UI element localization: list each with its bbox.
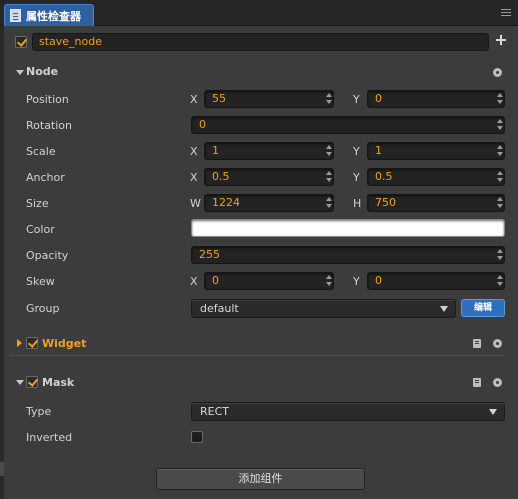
mask-type-value: RECT: [200, 405, 229, 418]
position-y-label: Y: [353, 93, 360, 106]
size-label: Size: [26, 197, 49, 210]
mask-section-header[interactable]: Mask: [4, 372, 518, 394]
position-y-value: 0: [375, 92, 382, 105]
gear-icon[interactable]: [493, 378, 502, 387]
node-active-checkbox[interactable]: [15, 36, 27, 48]
widget-section-title: Widget: [42, 337, 87, 350]
collapse-arrow-icon[interactable]: [16, 70, 24, 75]
mask-type-label: Type: [26, 405, 52, 418]
gear-icon[interactable]: [493, 339, 502, 348]
rotation-label: Rotation: [26, 119, 73, 132]
group-value: default: [200, 302, 239, 315]
anchor-y-value: 0.5: [375, 170, 393, 183]
stepper-icon[interactable]: [496, 248, 503, 262]
scale-label: Scale: [26, 145, 56, 158]
add-icon[interactable]: [496, 35, 506, 45]
section-divider: [10, 355, 504, 356]
skew-x-value: 0: [212, 274, 219, 287]
anchor-x-value: 0.5: [212, 170, 230, 183]
skew-y-input[interactable]: 0: [367, 272, 505, 290]
position-x-value: 55: [212, 92, 226, 105]
widget-enabled-checkbox[interactable]: [26, 337, 38, 349]
stepper-icon[interactable]: [325, 170, 332, 184]
panel-menu-icon[interactable]: [501, 9, 511, 17]
help-book-icon[interactable]: [473, 378, 481, 387]
skew-x-input[interactable]: 0: [204, 272, 334, 290]
inverted-label: Inverted: [26, 431, 73, 444]
opacity-label: Opacity: [26, 249, 69, 262]
edit-group-button[interactable]: 编辑: [461, 299, 505, 317]
skew-y-value: 0: [375, 274, 382, 287]
scale-y-label: Y: [353, 145, 360, 158]
mask-section-title: Mask: [42, 376, 75, 389]
stepper-icon[interactable]: [496, 144, 503, 158]
node-section-header[interactable]: Node: [4, 62, 518, 84]
stepper-icon[interactable]: [496, 118, 503, 132]
dropdown-arrow-icon: [489, 409, 497, 415]
inverted-checkbox[interactable]: [191, 431, 203, 443]
stepper-icon[interactable]: [496, 170, 503, 184]
stepper-icon[interactable]: [325, 92, 332, 106]
color-label: Color: [26, 223, 55, 236]
group-label: Group: [26, 302, 60, 315]
gear-icon[interactable]: [493, 68, 502, 77]
position-label: Position: [26, 93, 69, 106]
position-y-input[interactable]: 0: [367, 90, 505, 108]
stepper-icon[interactable]: [325, 274, 332, 288]
collapse-arrow-icon[interactable]: [16, 380, 24, 385]
mask-enabled-checkbox[interactable]: [26, 376, 38, 388]
rotation-input[interactable]: 0: [191, 116, 505, 134]
size-h-input[interactable]: 750: [367, 194, 505, 212]
stepper-icon[interactable]: [325, 144, 332, 158]
skew-label: Skew: [26, 275, 55, 288]
position-x-input[interactable]: 55: [204, 90, 334, 108]
expand-arrow-icon[interactable]: [17, 339, 22, 347]
mask-type-select[interactable]: RECT: [191, 402, 505, 421]
add-component-button[interactable]: 添加组件: [156, 468, 365, 490]
size-w-input[interactable]: 1224: [204, 194, 334, 212]
panel-tab-bar: 属性检查器: [0, 0, 518, 26]
node-name-input[interactable]: stave_node: [32, 33, 489, 51]
anchor-y-input[interactable]: 0.5: [367, 168, 505, 186]
stepper-icon[interactable]: [496, 196, 503, 210]
left-scroll-edge: [0, 26, 4, 499]
help-book-icon[interactable]: [473, 339, 481, 348]
stepper-icon[interactable]: [325, 196, 332, 210]
stepper-icon[interactable]: [496, 92, 503, 106]
anchor-label: Anchor: [26, 171, 65, 184]
scale-x-label: X: [190, 145, 198, 158]
anchor-x-input[interactable]: 0.5: [204, 168, 334, 186]
scale-y-input[interactable]: 1: [367, 142, 505, 160]
scale-y-value: 1: [375, 144, 382, 157]
widget-section-header[interactable]: Widget: [4, 333, 518, 355]
tab-properties-label: 属性检查器: [26, 10, 81, 23]
skew-x-label: X: [190, 275, 198, 288]
scale-x-value: 1: [212, 144, 219, 157]
position-x-label: X: [190, 93, 198, 106]
size-w-label: W: [190, 197, 201, 210]
stepper-icon[interactable]: [496, 274, 503, 288]
anchor-x-label: X: [190, 171, 198, 184]
group-select[interactable]: default: [191, 299, 456, 318]
size-h-label: H: [353, 197, 362, 210]
opacity-value: 255: [199, 248, 220, 261]
size-w-value: 1224: [212, 196, 240, 209]
dropdown-arrow-icon: [440, 306, 448, 312]
scale-x-input[interactable]: 1: [204, 142, 334, 160]
inspector-icon: [10, 9, 21, 22]
anchor-y-label: Y: [353, 171, 360, 184]
skew-y-label: Y: [353, 275, 360, 288]
node-section-title: Node: [26, 65, 59, 78]
rotation-value: 0: [199, 118, 206, 131]
color-swatch[interactable]: [191, 219, 505, 237]
tab-properties[interactable]: 属性检查器: [4, 4, 94, 26]
opacity-input[interactable]: 255: [191, 246, 505, 264]
size-h-value: 750: [375, 196, 396, 209]
